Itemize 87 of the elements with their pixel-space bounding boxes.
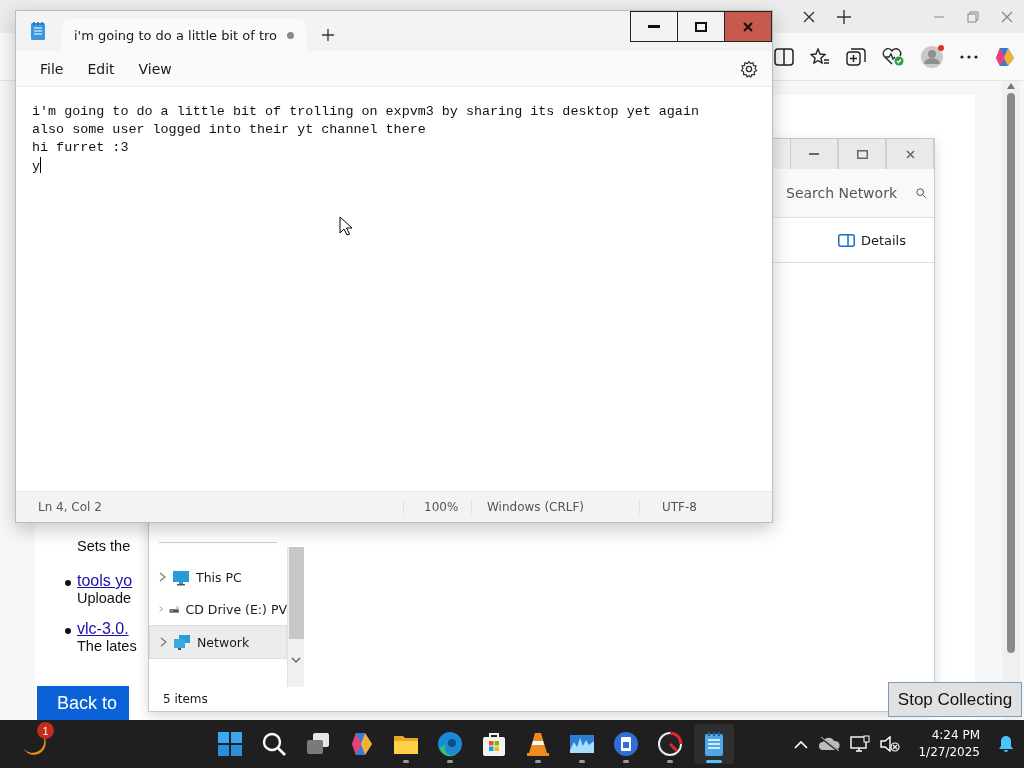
- bullet-dot: [65, 628, 71, 634]
- page-text: The lates: [77, 638, 137, 654]
- network-icon: [173, 633, 191, 651]
- shopping-bag-icon: [480, 730, 508, 758]
- pointer-icon: [339, 216, 352, 236]
- collections-icon[interactable]: [846, 47, 866, 66]
- chevron-icon: [159, 572, 166, 582]
- running-indicator: [667, 760, 673, 763]
- close-icon[interactable]: [803, 10, 815, 23]
- close-button[interactable]: [724, 11, 772, 42]
- menu-item[interactable]: File: [28, 56, 76, 81]
- tab[interactable]: i'm going to do a little bit of tro: [62, 19, 306, 51]
- plus-icon[interactable]: [322, 29, 334, 41]
- monitor-icon[interactable]: [850, 735, 871, 753]
- copilot-icon[interactable]: [994, 45, 1016, 68]
- star-list-icon[interactable]: [810, 47, 830, 66]
- avatar-icon[interactable]: [920, 44, 944, 69]
- menu-item[interactable]: View: [126, 56, 184, 81]
- scrollbar[interactable]: [287, 547, 304, 687]
- widgets-button[interactable]: 1: [14, 722, 54, 766]
- swirl-icon: [436, 730, 464, 758]
- link[interactable]: tools yo: [77, 572, 133, 590]
- search-icon: [260, 730, 288, 758]
- text-line: y: [32, 157, 42, 176]
- plus-icon[interactable]: [837, 9, 851, 24]
- zoom-level: 100%: [403, 500, 471, 514]
- chevron-down-icon[interactable]: [291, 657, 301, 663]
- scrollbar-thumb[interactable]: [288, 547, 304, 639]
- scroll-up-icon[interactable]: [1007, 83, 1015, 89]
- search-icon: [916, 187, 926, 199]
- notification-badge: 1: [37, 722, 54, 739]
- minimize-icon: [809, 153, 819, 155]
- nav-item[interactable]: CD Drive (E:) PV: [149, 593, 287, 625]
- settings-icon[interactable]: [740, 59, 758, 78]
- start-icon: [216, 730, 244, 758]
- notepad-icon: [30, 21, 46, 41]
- nav-item[interactable]: This PC: [149, 561, 287, 593]
- maximize-button[interactable]: [677, 11, 725, 42]
- more-icon[interactable]: [960, 53, 978, 60]
- disk-icon: [612, 730, 640, 758]
- chevron-icon: [160, 637, 167, 647]
- status-text: 5 items: [163, 691, 208, 708]
- close-icon: [905, 149, 915, 159]
- minimize-button[interactable]: [630, 11, 678, 42]
- stop-collecting-button[interactable]: Stop Collecting: [888, 682, 1022, 717]
- search-field[interactable]: Search Network: [786, 185, 908, 201]
- running-indicator: [535, 760, 541, 763]
- traffic-cone-icon: [524, 730, 552, 758]
- running-indicator: [623, 760, 629, 763]
- text-line: hi furret :3: [32, 139, 129, 157]
- scrollbar-thumb[interactable]: [1007, 93, 1015, 653]
- maximize-icon: [856, 149, 868, 159]
- cloud-off-icon[interactable]: [818, 736, 841, 752]
- page-text: Uploade: [77, 590, 132, 606]
- speaker-muted-icon[interactable]: [880, 735, 901, 753]
- running-indicator: [706, 760, 722, 763]
- details-pane-icon: [837, 233, 855, 247]
- minimize-icon: [648, 25, 660, 28]
- chevron-icon: [159, 604, 164, 614]
- bullet-dot: [65, 580, 71, 586]
- menu-item[interactable]: Edit: [75, 56, 127, 81]
- chevron-up-icon[interactable]: [794, 739, 809, 749]
- text-line: also some user logged into their yt channel there: [32, 121, 426, 139]
- nav-item[interactable]: Network: [149, 625, 287, 659]
- clock[interactable]: 4:24 PM 1/27/2025: [910, 727, 988, 761]
- running-indicator: [579, 760, 585, 763]
- gauge-icon: [656, 730, 684, 758]
- taskbar-button[interactable]: [694, 724, 734, 764]
- encoding: UTF-8: [639, 500, 697, 514]
- text-area[interactable]: i'm going to do a little bit of trolling on expvm3 by sharing its desktop yet again also some user logged into their yt channel there hi furret :3 y: [16, 86, 772, 492]
- time-text: 4:24 PM: [931, 727, 980, 744]
- line-ending: Windows (CRLF): [471, 500, 639, 514]
- text-line: i'm going to do a little bit of trolling on expvm3 by sharing its desktop yet again: [32, 103, 699, 121]
- back-button[interactable]: Back to: [37, 686, 129, 720]
- cursor-position: Ln 4, Col 2: [37, 500, 103, 514]
- close-icon: [743, 21, 753, 32]
- link[interactable]: vlc-3.0.: [77, 620, 137, 638]
- maximize-icon: [695, 21, 707, 32]
- page-text: Sets the: [77, 538, 132, 554]
- date-text: 1/27/2025: [918, 744, 980, 761]
- split-screen-icon[interactable]: [774, 47, 794, 66]
- heart-check-icon[interactable]: [882, 47, 904, 66]
- running-indicator: [403, 760, 409, 763]
- monitor-icon: [172, 568, 190, 586]
- bell-icon[interactable]: [998, 735, 1014, 753]
- details-button[interactable]: Details: [831, 231, 912, 249]
- running-indicator: [447, 760, 453, 763]
